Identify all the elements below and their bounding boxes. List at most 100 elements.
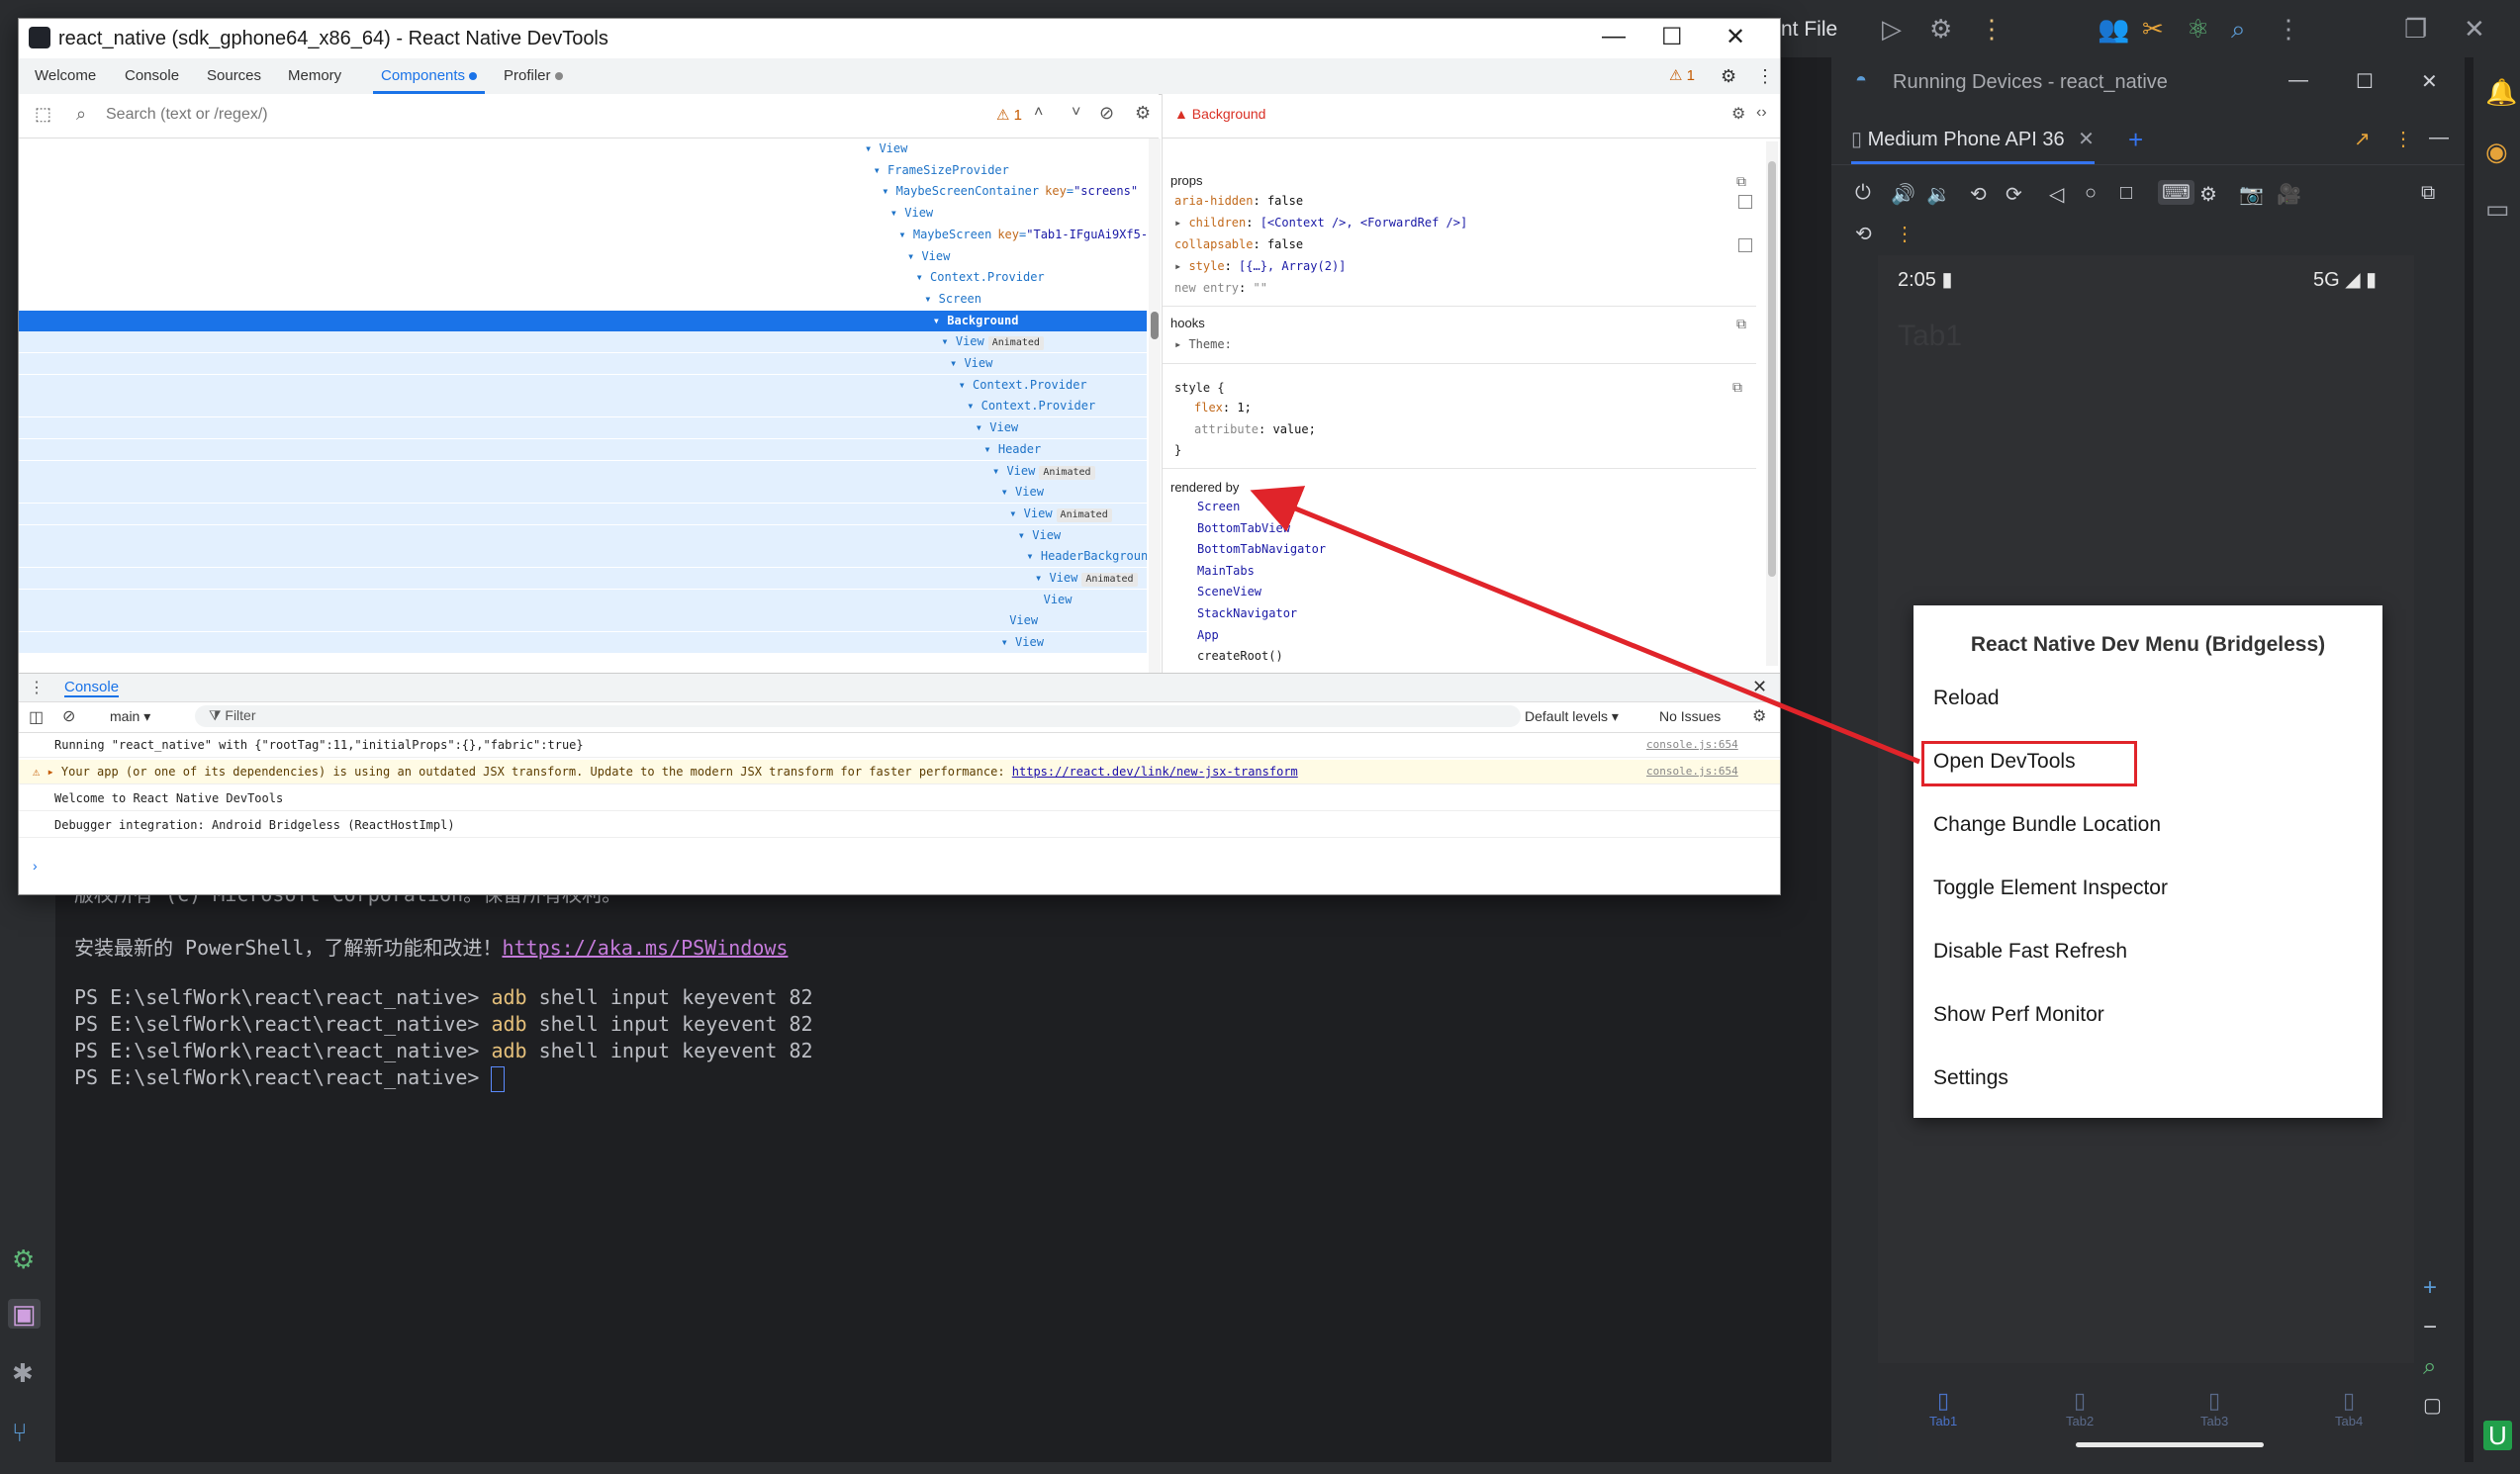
bug-icon[interactable]: ⚙ [1731, 104, 1745, 124]
menu-item-toggle-element-inspector[interactable]: Toggle Element Inspector [1933, 876, 2168, 900]
settings-gear-icon[interactable]: ⚙ [1721, 58, 1736, 94]
rendered-by-item[interactable]: StackNavigator [1197, 606, 1297, 620]
aspect-icon[interactable]: ▢ [2423, 1393, 2442, 1418]
external-icon[interactable]: ↗ [2354, 127, 2371, 151]
tree-row[interactable]: ▾ Context.Provider [19, 267, 1147, 288]
checkbox[interactable] [1738, 238, 1752, 252]
zoom-in-icon[interactable]: + [2423, 1274, 2437, 1302]
copy-props-icon[interactable]: ⧉ [1736, 173, 1746, 190]
back-icon[interactable]: ◁ [2049, 182, 2064, 207]
tree-row[interactable]: ▾ View [19, 353, 1147, 374]
volume-up-icon[interactable]: 🔊 [1891, 182, 1915, 207]
users-icon[interactable]: 👥 [2098, 14, 2129, 44]
hook-item[interactable]: ▸ Theme: [1174, 337, 1232, 351]
tab-2[interactable]: ▯ Tab2 [2066, 1388, 2094, 1428]
ps-windows-link[interactable]: https://aka.ms/PSWindows [502, 936, 788, 960]
clear-console-icon[interactable]: ⊘ [62, 706, 75, 726]
minimize-icon[interactable]: — [1602, 23, 1626, 50]
home-icon[interactable]: ○ [2085, 182, 2097, 205]
tree-row[interactable]: ▾ View [19, 632, 1147, 654]
sidebar-toggle-icon[interactable]: ◫ [29, 707, 44, 727]
console-drawer-tab[interactable]: Console [64, 679, 120, 697]
log-levels-dropdown[interactable]: Default levels ▾ [1525, 708, 1619, 725]
maximize-icon[interactable]: ☐ [1661, 23, 1683, 51]
maximize-icon[interactable]: ☐ [2356, 69, 2374, 94]
context-selector[interactable]: main ▾ [110, 708, 150, 725]
device-settings-icon[interactable]: ⚙ [2199, 182, 2217, 207]
hide-icon[interactable]: — [2429, 127, 2449, 149]
rendered-by-item[interactable]: SceneView [1197, 585, 1261, 599]
debug-icon[interactable]: ⚙ [1929, 14, 1952, 44]
rendered-by-item[interactable]: createRoot() [1197, 649, 1283, 663]
tree-row[interactable]: ▾ View [19, 524, 1147, 546]
tree-row[interactable]: ▾ View [19, 203, 1147, 224]
tree-row[interactable]: ▾ View Animated [19, 460, 1147, 482]
tree-scrollbar[interactable] [1149, 138, 1161, 673]
prop-row[interactable]: ▸ style: [{…}, Array(2)] [1174, 259, 1346, 273]
warning-count[interactable]: ⚠ 1 [1669, 58, 1695, 94]
style-row[interactable]: flex: 1; [1194, 401, 1252, 415]
tab-profiler[interactable]: Profiler [504, 58, 563, 94]
tab-1[interactable]: ▯ Tab1 [1929, 1388, 1957, 1428]
close-icon[interactable]: ✕ [2421, 69, 2438, 94]
tree-row[interactable]: ▾ View [19, 482, 1147, 504]
tab-welcome[interactable]: Welcome [35, 58, 96, 94]
log-source-link[interactable]: console.js:654 [1646, 733, 1738, 757]
close-window-icon[interactable]: ✕ [2464, 14, 2485, 44]
tab-3[interactable]: ▯ Tab3 [2200, 1388, 2228, 1428]
prop-row[interactable]: collapsable: false [1174, 237, 1303, 251]
gesture-bar[interactable] [2076, 1442, 2264, 1447]
log-source-link[interactable]: console.js:654 [1646, 760, 1738, 783]
tree-row[interactable]: ▾ Screen [19, 289, 1147, 310]
device-manager-icon[interactable]: ▭ [2485, 194, 2510, 224]
prop-row[interactable]: ▸ children: [<Context />, <ForwardRef />… [1174, 216, 1467, 230]
tree-row[interactable]: View [19, 610, 1147, 632]
menu-item-show-perf-monitor[interactable]: Show Perf Monitor [1933, 1003, 2104, 1027]
drawer-menu-icon[interactable]: ⋮ [29, 678, 45, 697]
console-filter-input[interactable]: ⧩ Filter [195, 705, 1521, 727]
prop-row[interactable]: aria-hidden: false [1174, 194, 1303, 208]
menu-item-settings[interactable]: Settings [1933, 1066, 2008, 1090]
overview-icon[interactable]: □ [2120, 182, 2132, 205]
close-drawer-icon[interactable]: ✕ [1752, 677, 1767, 697]
tree-row[interactable]: View [19, 589, 1147, 610]
chevron-up-icon[interactable]: ˄ [1034, 104, 1043, 122]
tree-row[interactable]: ▾ Context.Provider [19, 374, 1147, 396]
tree-row[interactable]: ▾ View [19, 417, 1147, 439]
git-icon[interactable]: ⑂ [12, 1418, 28, 1447]
rendered-by-item[interactable]: MainTabs [1197, 564, 1255, 578]
tree-row[interactable]: ▾ View Animated [19, 331, 1147, 353]
tab-components[interactable]: Components [373, 58, 486, 94]
rendered-by-item[interactable]: App [1197, 628, 1219, 642]
current-file-menu[interactable]: nt File [1781, 18, 1837, 42]
build-tools-icon[interactable]: ✂ [2142, 14, 2164, 44]
rendered-by-item[interactable]: BottomTabView [1197, 521, 1290, 535]
inspect-element-icon[interactable]: ⬚ [35, 104, 51, 125]
power-icon[interactable]: ⏻ [1855, 182, 1871, 205]
emulator-menu-icon[interactable]: ⋮ [1895, 222, 1914, 246]
plugin-icon[interactable]: U [2483, 1421, 2512, 1450]
more-vertical-icon[interactable]: ⋮ [1979, 14, 2005, 44]
tab-menu-icon[interactable]: ⋮ [2393, 127, 2413, 151]
tab-4[interactable]: ▯ Tab4 [2335, 1388, 2363, 1428]
tab-sources[interactable]: Sources [207, 58, 261, 94]
copy-style-icon[interactable]: ⧉ [1732, 379, 1742, 396]
chevron-down-icon[interactable]: ˅ [1072, 104, 1080, 122]
tree-row[interactable]: ▾ View Animated [19, 503, 1147, 524]
close-icon[interactable]: ✕ [1726, 23, 1745, 51]
checkbox[interactable] [1738, 195, 1752, 209]
tree-row[interactable]: ▾ View [19, 138, 1147, 159]
tree-settings-icon[interactable]: ⚙ [1135, 103, 1151, 124]
settings-icon[interactable]: ⚙ [12, 1244, 35, 1274]
search-icon[interactable]: ⌕ [2231, 14, 2246, 44]
zoom-out-icon[interactable]: − [2423, 1314, 2437, 1341]
clear-icon[interactable]: ⊘ [1099, 103, 1114, 124]
view-source-icon[interactable]: ‹› [1756, 104, 1767, 122]
search-input[interactable]: Search (text or /regex/) [106, 106, 268, 124]
menu-item-change-bundle-location[interactable]: Change Bundle Location [1933, 813, 2161, 837]
restore-window-icon[interactable]: ❐ [2404, 14, 2427, 44]
terminal-prompt[interactable]: PS E:\selfWork\react\react_native> [74, 1065, 506, 1092]
tab-memory[interactable]: Memory [288, 58, 341, 94]
mirror-icon[interactable]: ⧉ [2421, 182, 2435, 205]
jsx-transform-link[interactable]: https://react.dev/link/new-jsx-transform [1012, 765, 1298, 779]
